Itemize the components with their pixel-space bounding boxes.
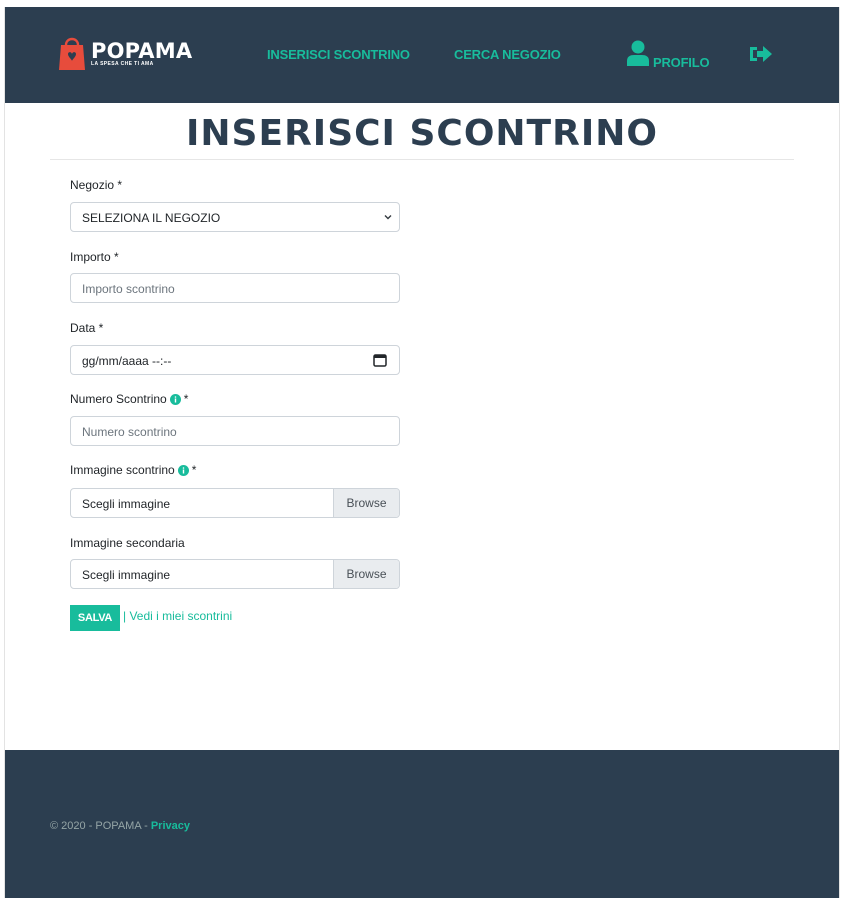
- nav-insert-receipt[interactable]: INSERISCI SCONTRINO: [267, 47, 410, 62]
- date-label: Data *: [70, 321, 103, 335]
- profile-label: PROFILO: [653, 55, 710, 70]
- receipt-image-label: Immagine scontrino *: [70, 463, 196, 477]
- logout-icon[interactable]: [748, 43, 774, 70]
- browse-button[interactable]: Browse: [333, 560, 399, 588]
- my-receipts-link[interactable]: | Vedi i miei scontrini: [123, 609, 232, 623]
- receipt-image-label-text: Immagine scontrino: [70, 463, 175, 477]
- nav-profile[interactable]: PROFILO: [626, 40, 710, 71]
- privacy-link[interactable]: Privacy: [151, 820, 190, 832]
- navbar: POPAMA LA SPESA CHE TI AMA INSERISCI SCO…: [5, 7, 839, 103]
- store-label: Negozio *: [70, 178, 122, 192]
- secondary-image-label-text: Immagine secondaria: [70, 536, 185, 550]
- receipt-number-input[interactable]: Numero scontrino: [70, 416, 400, 446]
- brand-logo[interactable]: POPAMA LA SPESA CHE TI AMA: [58, 33, 192, 73]
- divider: [50, 159, 794, 160]
- browse-button[interactable]: Browse: [333, 489, 399, 517]
- nav-find-store[interactable]: CERCA NEGOZIO: [454, 47, 561, 62]
- amount-placeholder: Importo scontrino: [82, 282, 175, 296]
- receipt-image-required: *: [191, 463, 197, 477]
- chevron-down-icon: [383, 211, 393, 225]
- receipt-image-placeholder: Scegli immagine: [82, 497, 171, 511]
- amount-label-text: Importo *: [70, 250, 119, 264]
- receipt-number-required: *: [183, 392, 189, 406]
- brand-name: POPAMA: [91, 39, 193, 63]
- receipt-image-file-input[interactable]: Scegli immagine Browse: [70, 488, 400, 518]
- receipt-number-label: Numero Scontrino *: [70, 392, 188, 406]
- page-title: INSERISCI SCONTRINO: [186, 113, 658, 154]
- store-select[interactable]: SELEZIONA IL NEGOZIO: [70, 202, 400, 232]
- shopping-bag-icon: [58, 35, 86, 71]
- date-label-text: Data *: [70, 321, 104, 335]
- info-icon[interactable]: [169, 393, 181, 405]
- secondary-image-placeholder: Scegli immagine: [82, 568, 171, 582]
- amount-label: Importo *: [70, 250, 119, 264]
- footer: © 2020 - POPAMA - Privacy: [5, 750, 839, 898]
- date-placeholder: gg/mm/aaaa --:--: [82, 354, 172, 368]
- copyright-text: © 2020 - POPAMA -: [50, 820, 151, 832]
- user-icon: [626, 40, 650, 71]
- receipt-number-label-text: Numero Scontrino: [70, 392, 167, 406]
- secondary-image-label: Immagine secondaria: [70, 536, 185, 550]
- store-select-value: SELEZIONA IL NEGOZIO: [82, 211, 221, 225]
- date-input[interactable]: gg/mm/aaaa --:--: [70, 345, 400, 375]
- receipt-number-placeholder: Numero scontrino: [82, 425, 177, 439]
- store-label-text: Negozio *: [70, 178, 123, 192]
- info-icon[interactable]: [177, 464, 189, 476]
- amount-input[interactable]: Importo scontrino: [70, 273, 400, 303]
- save-button[interactable]: SALVA: [70, 605, 120, 631]
- calendar-icon[interactable]: [373, 353, 387, 370]
- footer-text: © 2020 - POPAMA - Privacy: [50, 820, 190, 832]
- page-frame: POPAMA LA SPESA CHE TI AMA INSERISCI SCO…: [4, 7, 840, 898]
- secondary-image-file-input[interactable]: Scegli immagine Browse: [70, 559, 400, 589]
